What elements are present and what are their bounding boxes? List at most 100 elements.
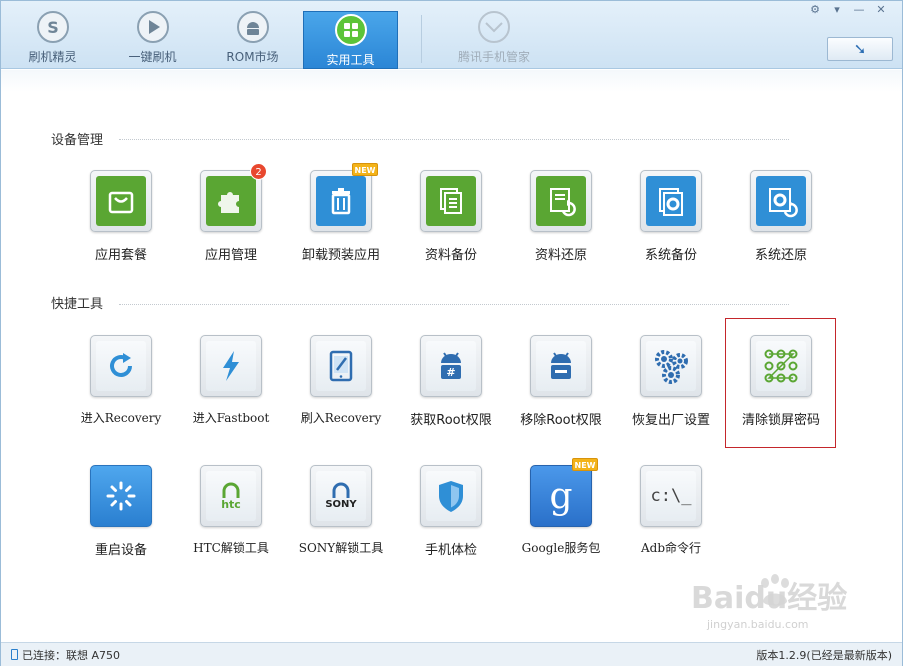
- tool-label: HTC解锁工具: [193, 541, 269, 555]
- status-bar: 已连接：联想 A750 版本1.2.9(已经是最新版本): [1, 642, 902, 666]
- tool-label: 重启设备: [94, 543, 147, 558]
- tool-htc-unlock[interactable]: htc HTC解锁工具: [176, 465, 286, 556]
- arrow-down-icon: ➘: [853, 40, 867, 58]
- terminal-icon: c:\_: [646, 471, 696, 521]
- tool-app-manager[interactable]: 2 应用管理: [176, 163, 286, 263]
- tool-data-restore[interactable]: 资料还原: [506, 170, 616, 263]
- tab-label: 实用工具: [326, 53, 375, 67]
- settings-icon[interactable]: ⚙: [804, 3, 826, 16]
- tool-icon-frame: [90, 335, 152, 397]
- tool-phone-checkup[interactable]: 手机体检: [396, 465, 506, 558]
- tool-google-services[interactable]: g NEW Google服务包: [506, 458, 616, 556]
- htc-lock-icon: htc: [206, 471, 256, 521]
- tool-get-root[interactable]: # 获取Root权限: [396, 335, 506, 428]
- android-unroot-icon: [536, 341, 586, 391]
- document-restore-icon: [536, 176, 586, 226]
- refresh-icon: [96, 341, 146, 391]
- watermark-url: jingyan.baidu.com: [707, 618, 809, 631]
- tool-enter-fastboot[interactable]: 进入Fastboot: [176, 335, 286, 426]
- svg-text:S: S: [47, 18, 59, 37]
- loading-spinner-icon: [96, 471, 146, 521]
- tool-reboot-device[interactable]: 重启设备: [66, 465, 176, 558]
- tool-icon-frame: g NEW: [530, 458, 598, 527]
- tool-label: Google服务包: [521, 541, 601, 555]
- tool-label: 资料备份: [424, 248, 477, 263]
- sub-toolbar: [1, 70, 902, 92]
- tool-system-restore[interactable]: 系统还原: [726, 170, 836, 263]
- tencent-shield-icon: [478, 11, 510, 43]
- tool-icon-frame: [420, 170, 482, 232]
- tool-label: 清除锁屏密码: [741, 413, 820, 428]
- android-root-icon: #: [426, 341, 476, 391]
- tool-icon-frame: 2: [200, 163, 267, 232]
- tab-one-click-flash[interactable]: 一键刷机: [105, 9, 200, 69]
- tool-icon-frame: [90, 170, 152, 232]
- tool-label: SONY解锁工具: [298, 541, 384, 555]
- tool-clear-lock-screen-password[interactable]: 清除锁屏密码: [726, 335, 836, 428]
- refresh-button[interactable]: ➘: [827, 37, 893, 61]
- tool-label: Adb命令行: [640, 541, 702, 555]
- baidu-watermark: Baidu经验: [691, 581, 848, 616]
- tool-icon-frame: [310, 335, 372, 397]
- tool-icon-frame: c:\_: [640, 465, 702, 527]
- tool-app-bundle[interactable]: 应用套餐: [66, 170, 176, 263]
- terminal-text: c:\_: [650, 486, 692, 506]
- svg-text:#: #: [446, 366, 455, 379]
- connection-status-text: 已连接：联想 A750: [22, 649, 121, 662]
- google-g-icon: g: [536, 471, 586, 521]
- tool-icon-frame: [200, 335, 262, 397]
- sony-lock-icon: SONY: [316, 471, 366, 521]
- shield-check-icon: [426, 471, 476, 521]
- tab-label: ROM市场: [226, 50, 279, 64]
- tool-icon-frame: #: [420, 335, 482, 397]
- window-controls: ⚙ ▾ — ✕: [804, 3, 892, 19]
- version-status: 版本1.2.9(已经是最新版本): [756, 649, 892, 662]
- gear-backup-icon: [646, 176, 696, 226]
- new-badge: NEW: [352, 163, 378, 176]
- sony-brand-text: SONY: [325, 499, 357, 510]
- tool-label: 应用套餐: [94, 248, 147, 263]
- shield-s-icon: S: [36, 11, 69, 43]
- top-nav-bar: S 刷机精灵 一键刷机 ROM市场 实用工具 腾讯手机管家 ⚙ ▾ — ✕ ➘: [1, 1, 902, 69]
- play-icon: [136, 11, 169, 43]
- android-icon: [236, 11, 269, 43]
- section-divider: [119, 139, 789, 140]
- tool-factory-reset[interactable]: 恢复出厂设置: [616, 335, 726, 428]
- tab-flash-wizard[interactable]: S 刷机精灵: [5, 9, 100, 69]
- minimize-icon[interactable]: —: [848, 3, 870, 16]
- puzzle-icon: [206, 176, 256, 226]
- tool-sony-unlock[interactable]: SONY SONY解锁工具: [286, 465, 396, 556]
- svg-text:g: g: [549, 476, 572, 517]
- tool-remove-root[interactable]: 移除Root权限: [506, 335, 616, 428]
- gears-icon: [646, 341, 696, 391]
- tool-icon-frame: htc: [200, 465, 262, 527]
- tool-label: 系统还原: [754, 248, 807, 263]
- tool-label: 卸载预装应用: [301, 248, 380, 263]
- tool-label: 应用管理: [204, 248, 257, 263]
- tool-data-backup[interactable]: 资料备份: [396, 170, 506, 263]
- tab-utility-tools[interactable]: 实用工具: [303, 11, 398, 69]
- tool-adb-command-line[interactable]: c:\_ Adb命令行: [616, 465, 726, 556]
- tool-uninstall-preinstalled[interactable]: NEW 卸载预装应用: [286, 163, 396, 263]
- tool-icon-frame: [750, 335, 812, 397]
- tab-tencent-manager[interactable]: 腾讯手机管家: [444, 9, 544, 69]
- tool-icon-frame: [530, 335, 592, 397]
- tab-label: 刷机精灵: [28, 50, 77, 64]
- tool-flash-recovery[interactable]: 刷入Recovery: [286, 335, 396, 426]
- divider: [421, 15, 422, 63]
- tool-label: 系统备份: [644, 248, 697, 263]
- tool-icon-frame: [420, 465, 482, 527]
- notification-badge: 2: [250, 163, 267, 180]
- tool-label: 资料还原: [534, 248, 587, 263]
- tool-label: 恢复出厂设置: [631, 413, 710, 428]
- pattern-lock-icon: [756, 341, 806, 391]
- tab-label: 一键刷机: [128, 50, 177, 64]
- menu-icon[interactable]: ▾: [826, 3, 848, 16]
- tool-system-backup[interactable]: 系统备份: [616, 170, 726, 263]
- tab-rom-market[interactable]: ROM市场: [205, 9, 300, 69]
- close-icon[interactable]: ✕: [870, 3, 892, 16]
- tool-icon-frame: [90, 465, 152, 527]
- tool-enter-recovery[interactable]: 进入Recovery: [66, 335, 176, 426]
- tool-label: 进入Recovery: [80, 411, 162, 425]
- lightning-icon: [206, 341, 256, 391]
